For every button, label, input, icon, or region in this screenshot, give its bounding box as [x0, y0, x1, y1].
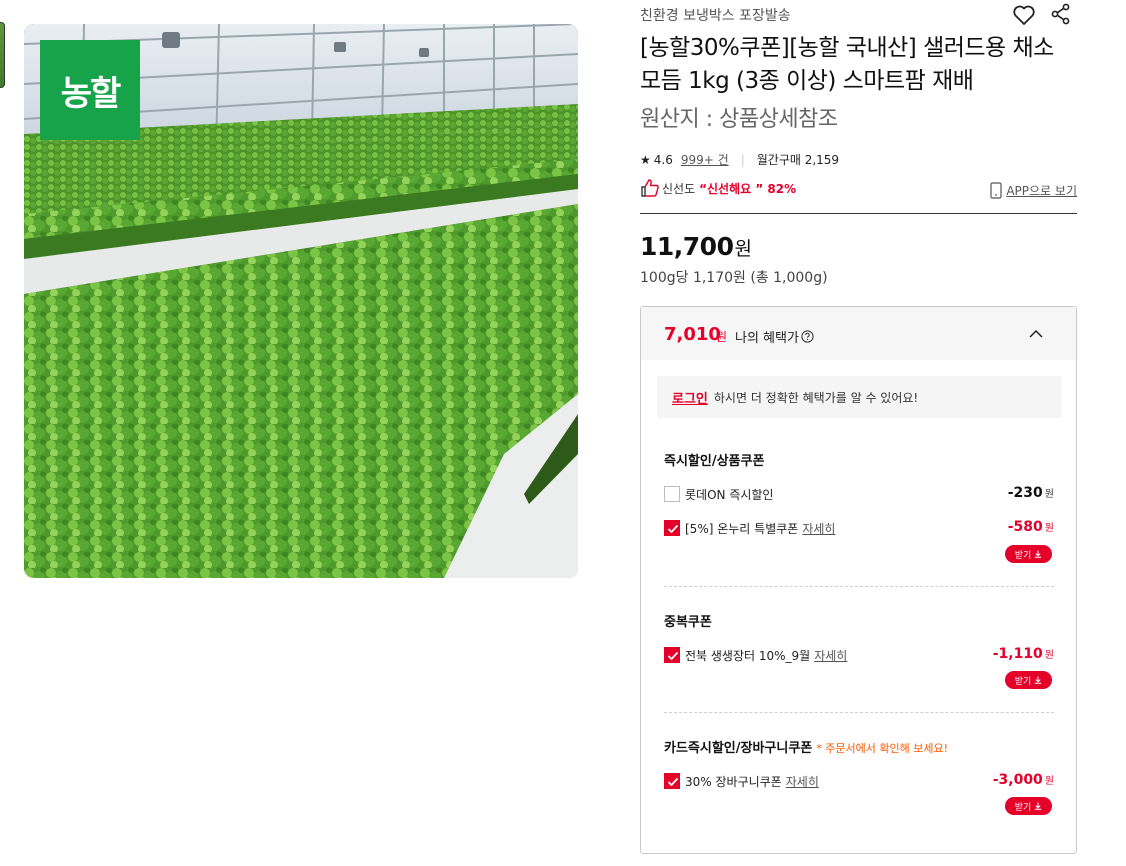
download-icon: [1035, 802, 1042, 810]
discount-value: -3,000: [992, 772, 1043, 788]
rating-row: ★ 4.6 999+ 건 | 월간구매 2,159: [640, 151, 839, 168]
price-unit: 원: [734, 238, 752, 260]
login-link[interactable]: 로그인: [672, 388, 708, 407]
discount-amount: -580 원: [1008, 519, 1054, 535]
coupon-label: 롯데ON 즉시할인: [685, 488, 774, 502]
section-title-instant-discount: 즉시할인/상품쿠폰: [664, 454, 765, 469]
discount-amount: -230 원: [1008, 485, 1054, 501]
discount-unit: 원: [1044, 650, 1054, 661]
section-divider: [664, 712, 1054, 713]
review-count-link[interactable]: 999+ 건: [681, 151, 729, 168]
benefit-price-unit: 원: [716, 330, 728, 344]
discount-amount: -3,000 원: [993, 772, 1054, 788]
app-view-label: APP으로 보기: [1006, 184, 1077, 198]
section-divider: [664, 586, 1054, 587]
benefit-label-text: 나의 혜택가: [735, 331, 799, 346]
benefit-price: 7,010: [664, 324, 721, 345]
coupon-label-text: 30% 장바구니쿠폰: [685, 775, 782, 789]
shipping-info: 친환경 보냉박스 포장발송: [640, 8, 791, 24]
benefit-label: 나의 혜택가: [735, 327, 814, 346]
thumbnail-item[interactable]: [0, 22, 5, 88]
price-value: 11,700: [640, 232, 734, 261]
coupon-label: 전북 생생장터 10%_9월 자세히: [685, 647, 847, 664]
coupon-checkbox[interactable]: [664, 486, 680, 502]
info-icon[interactable]: [801, 330, 814, 343]
download-icon: [1035, 676, 1042, 684]
benefit-box: 7,010 원 나의 혜택가 로그인 하시면 더 정확한 혜택가를 알 수 있어…: [640, 306, 1077, 854]
unit-price: 100g당 1,170원 (총 1,000g): [640, 270, 828, 286]
brand-logo: 농할: [40, 40, 140, 140]
separator: |: [740, 152, 745, 167]
check-icon: [667, 651, 679, 661]
check-icon: [667, 777, 679, 787]
receive-coupon-button[interactable]: 받기: [1005, 545, 1052, 563]
coupon-detail-link[interactable]: 자세히: [786, 775, 819, 789]
star-icon: ★: [640, 152, 651, 167]
coupon-label-text: 전북 생생장터 10%_9월: [685, 649, 811, 663]
coupon-detail-link[interactable]: 자세히: [802, 522, 835, 536]
freshness-value: “신선해요 ” 82%: [699, 181, 797, 196]
discount-unit: 원: [1044, 489, 1054, 500]
check-icon: [667, 524, 679, 534]
coupon-detail-link[interactable]: 자세히: [814, 649, 847, 663]
heart-icon[interactable]: [1012, 3, 1036, 27]
login-notice: 로그인 하시면 더 정확한 혜택가를 알 수 있어요!: [657, 376, 1061, 418]
coupon-row: 롯데ON 즉시할인 -230 원: [664, 485, 1054, 505]
receive-label: 받기: [1014, 676, 1032, 687]
rating-value: 4.6: [653, 152, 673, 167]
chevron-up-icon[interactable]: [1028, 326, 1044, 342]
discount-value: -580: [1007, 519, 1043, 535]
coupon-row: 전북 생생장터 10%_9월 자세히 -1,110 원: [664, 646, 1054, 666]
thumbs-up-icon: [641, 179, 659, 197]
monthly-sales: 월간구매 2,159: [756, 153, 840, 167]
divider: [640, 213, 1077, 214]
receive-label: 받기: [1014, 802, 1032, 813]
discount-unit: 원: [1044, 523, 1054, 534]
receive-label: 받기: [1014, 550, 1032, 561]
section-title-duplicate-coupon: 중복쿠폰: [664, 615, 712, 630]
receive-coupon-button[interactable]: 받기: [1005, 797, 1052, 815]
coupon-label-text: [5%] 온누리 특별쿠폰: [685, 522, 799, 536]
download-icon: [1035, 550, 1042, 558]
share-icon[interactable]: [1050, 3, 1072, 25]
coupon-row: [5%] 온누리 특별쿠폰 자세히 -580 원: [664, 519, 1054, 539]
product-title: [농할30%쿠폰][농할 국내산] 샐러드용 채소 모듬 1kg (3종 이상)…: [640, 35, 1054, 94]
coupon-row: 30% 장바구니쿠폰 자세히 -3,000 원: [664, 772, 1054, 792]
section-title-card-cart-coupon: 카드즉시할인/장바구니쿠폰 * 주문서에서 확인해 보세요!: [664, 737, 948, 756]
discount-value: -1,110: [992, 646, 1043, 662]
app-view-link[interactable]: APP으로 보기: [990, 182, 1077, 199]
product-origin: 원산지 : 상품상세참조: [640, 107, 838, 132]
discount-amount: -1,110 원: [993, 646, 1054, 662]
receive-coupon-button[interactable]: 받기: [1005, 671, 1052, 689]
benefit-header[interactable]: 7,010 원 나의 혜택가: [641, 307, 1076, 360]
coupon-checkbox[interactable]: [664, 647, 680, 663]
section-title-text: 카드즉시할인/장바구니쿠폰: [664, 741, 813, 756]
coupon-label: [5%] 온누리 특별쿠폰 자세히: [685, 520, 835, 537]
section-note: * 주문서에서 확인해 보세요!: [816, 742, 948, 755]
price-row: 11,700 원: [640, 232, 752, 261]
coupon-checkbox[interactable]: [664, 773, 680, 789]
discount-unit: 원: [1044, 776, 1054, 787]
coupon-label: 30% 장바구니쿠폰 자세히: [685, 773, 819, 790]
phone-icon: [990, 182, 1002, 199]
coupon-checkbox[interactable]: [664, 520, 680, 536]
product-image: 농할: [24, 24, 578, 578]
freshness-row: 신선도 “신선해요 ” 82%: [640, 178, 796, 198]
login-notice-text: 하시면 더 정확한 혜택가를 알 수 있어요!: [713, 390, 919, 405]
discount-value: -230: [1007, 485, 1043, 501]
freshness-label: 신선도: [662, 181, 696, 196]
